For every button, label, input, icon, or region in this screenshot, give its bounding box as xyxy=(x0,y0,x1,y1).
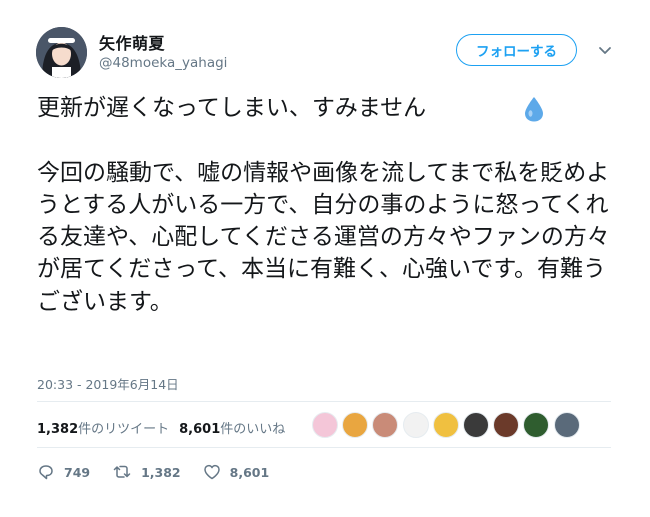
retweet-button[interactable]: 1,382 xyxy=(112,463,181,481)
liker-avatar[interactable] xyxy=(342,412,369,438)
like-stat[interactable]: 8,601件のいいね xyxy=(179,418,285,437)
tweet-text: 更新が遅くなってしまい、すみません 今回の騒動で、嘘の情報や画像を流してまで私を… xyxy=(37,95,610,315)
like-button[interactable]: 8,601 xyxy=(203,463,270,481)
tweet-timestamp[interactable]: 20:33 - 2019年6月14日 xyxy=(37,374,179,393)
heart-icon xyxy=(203,464,220,480)
liker-avatar[interactable] xyxy=(462,412,489,438)
chevron-down-icon[interactable] xyxy=(596,44,614,58)
tweet-body: 更新が遅くなってしまい、すみません 今回の騒動で、嘘の情報や画像を流してまで私を… xyxy=(37,92,617,318)
liker-avatar[interactable] xyxy=(493,412,520,438)
reply-button[interactable]: 749 xyxy=(37,463,90,481)
liker-avatar[interactable] xyxy=(553,412,580,438)
retweet-label: 件のリツイート xyxy=(78,422,170,437)
retweet-count: 1,382 xyxy=(37,422,79,437)
liker-avatar[interactable] xyxy=(523,412,550,438)
divider xyxy=(37,401,611,402)
liker-avatars xyxy=(312,412,584,440)
reply-count: 749 xyxy=(64,464,91,480)
user-avatar[interactable] xyxy=(36,27,87,78)
retweet-icon xyxy=(113,465,131,478)
divider xyxy=(37,447,611,448)
liker-avatar[interactable] xyxy=(372,412,399,438)
liker-avatar[interactable] xyxy=(312,412,338,438)
user-handle[interactable]: @48moeka_yahagi xyxy=(99,55,227,71)
like-count: 8,601 xyxy=(179,422,221,437)
retweet-action-count: 1,382 xyxy=(141,464,181,480)
retweet-stat[interactable]: 1,382件のリツイート xyxy=(37,418,169,437)
like-label: 件のいいね xyxy=(220,422,286,437)
follow-button[interactable]: フォローする xyxy=(456,34,577,66)
like-action-count: 8,601 xyxy=(229,464,270,480)
liker-avatar[interactable] xyxy=(432,412,459,438)
tweet-stats: 1,382件のリツイート 8,601件のいいね xyxy=(37,418,285,437)
droplet-icon xyxy=(525,97,543,122)
reply-icon xyxy=(39,465,53,480)
liker-avatar[interactable] xyxy=(402,412,429,438)
tweet-actions: 749 1,382 8,601 xyxy=(37,463,291,481)
display-name[interactable]: 矢作萌夏 xyxy=(99,30,165,54)
